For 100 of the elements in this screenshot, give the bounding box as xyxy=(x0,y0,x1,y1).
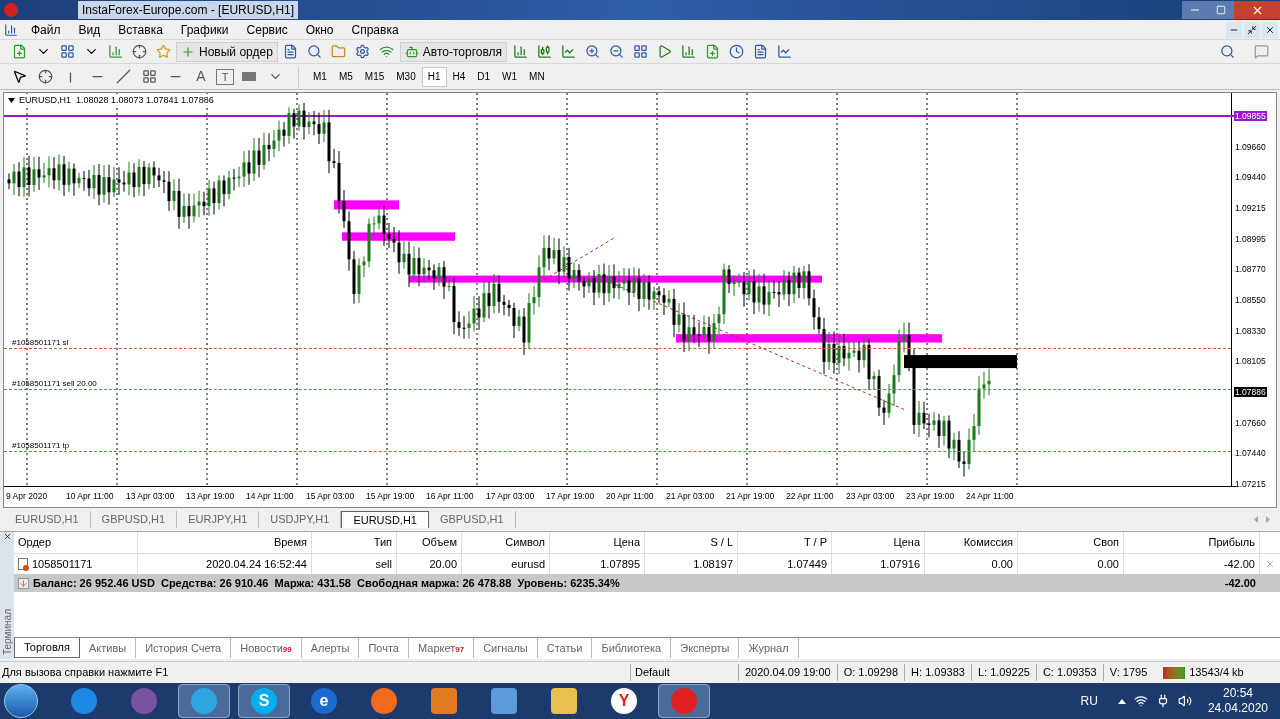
time-axis-label: 17 Apr 03:00 xyxy=(486,490,536,503)
time-axis-label: 14 Apr 11:00 xyxy=(246,490,295,503)
label-tool[interactable]: T xyxy=(216,68,234,85)
time-axis-label: 9 Apr 2020 xyxy=(6,490,49,503)
taskbar-app[interactable]: e xyxy=(298,684,350,718)
timeframe-button[interactable]: W1 xyxy=(496,66,524,87)
price-axis-label: 1.07886 xyxy=(1234,387,1267,397)
terminal-tab[interactable]: Сигналы xyxy=(474,638,538,658)
menu-item[interactable]: Файл xyxy=(22,20,70,39)
clock-time: 20:54 xyxy=(1222,686,1253,701)
timeframe-button[interactable]: M1 xyxy=(307,66,333,87)
column-header[interactable]: Ордер xyxy=(14,532,138,553)
column-header[interactable]: Объем xyxy=(397,532,462,553)
timeframe-button[interactable]: H1 xyxy=(421,66,447,87)
auto-trading-button[interactable]: Авто-торговля xyxy=(399,41,508,62)
time-axis-label: 15 Apr 03:00 xyxy=(306,490,356,503)
time-axis-label: 13 Apr 19:00 xyxy=(186,490,236,503)
profile-status: Default xyxy=(630,664,738,681)
column-header[interactable]: S / L xyxy=(645,532,738,553)
time-axis-label: 15 Apr 19:00 xyxy=(366,490,416,503)
chart-tab[interactable]: EURJPY,H1 xyxy=(177,511,260,528)
taskbar-app[interactable]: Y xyxy=(598,684,650,718)
terminal-tab[interactable]: Торговля xyxy=(14,638,80,658)
app-icon: S xyxy=(251,688,277,714)
time-axis-label: 10 Apr 11:00 xyxy=(66,490,115,503)
column-header[interactable]: Цена xyxy=(832,532,925,553)
chart-tab[interactable]: GBPUSD,H1 xyxy=(90,511,178,528)
time-axis-label: 16 Apr 11:00 xyxy=(426,490,475,503)
status-help-text: Для вызова справки нажмите F1 xyxy=(1,665,170,681)
column-header[interactable]: Символ xyxy=(462,532,550,553)
timeframe-button[interactable]: D1 xyxy=(471,66,497,87)
ohlc-field: O: 1.09298 xyxy=(836,664,905,681)
price-axis-label: 1.07215 xyxy=(1234,479,1267,489)
timeframe-button[interactable]: M30 xyxy=(390,66,422,87)
terminal-tab[interactable]: История Счета xyxy=(136,638,232,658)
language-indicator[interactable]: RU xyxy=(1080,692,1098,710)
timeframe-button[interactable]: H4 xyxy=(446,66,472,87)
price-axis-label: 1.08330 xyxy=(1234,325,1267,336)
column-header[interactable]: Своп xyxy=(1018,532,1124,553)
traffic-status: 13543/4 kb xyxy=(1189,665,1244,681)
timeframe-button[interactable]: M5 xyxy=(332,66,359,87)
total-profit: -42.00 xyxy=(1224,575,1256,591)
price-axis-label: 1.08770 xyxy=(1234,264,1267,275)
column-header[interactable]: Цена xyxy=(550,532,645,553)
column-header[interactable]: Тип xyxy=(312,532,397,553)
terminal-tab[interactable]: Эксперты xyxy=(671,638,740,658)
price-axis-label: 1.07660 xyxy=(1234,417,1267,428)
chart-tab[interactable]: EURUSD,H1 xyxy=(341,511,429,528)
order-line-label: #1058501171 sell 20.00 xyxy=(12,379,97,389)
menu-item[interactable]: Сервис xyxy=(237,20,297,39)
menu-item[interactable]: Графики xyxy=(171,20,238,39)
price-axis-label: 1.09440 xyxy=(1234,172,1267,183)
column-header[interactable]: Комиссия xyxy=(925,532,1018,553)
column-header[interactable]: Прибыль xyxy=(1124,532,1260,553)
new-order-button[interactable]: Новый ордер xyxy=(176,41,278,62)
ohlc-field: C: 1.09353 xyxy=(1035,664,1103,681)
terminal-tab[interactable]: Маркет$_{97}$ xyxy=(409,638,475,658)
time-axis-label: 21 Apr 19:00 xyxy=(726,490,776,503)
time-axis-label: 23 Apr 19:00 xyxy=(906,490,956,503)
price-axis-label: 1.08550 xyxy=(1234,295,1267,305)
timeframe-button[interactable]: MN xyxy=(523,66,551,87)
terminal-tab[interactable]: Статьи xyxy=(537,638,593,658)
time-axis-label: 22 Apr 11:00 xyxy=(786,490,835,503)
chart-tab[interactable]: GBPUSD,H1 xyxy=(428,511,516,528)
ohlc-field: V: 1795 xyxy=(1102,664,1154,681)
price-axis-label: 1.08995 xyxy=(1234,233,1267,244)
terminal-tab[interactable]: Новости$_{99}$ xyxy=(231,638,302,658)
clock-date: 24.04.2020 xyxy=(1207,701,1268,716)
price-axis-label: 1.09660 xyxy=(1234,141,1267,152)
menu-item[interactable]: Вид xyxy=(69,20,110,39)
price-axis-label: 1.08105 xyxy=(1234,356,1267,367)
ohlc-field: H: 1.09383 xyxy=(904,664,971,681)
time-axis-label: 21 Apr 03:00 xyxy=(666,490,716,503)
terminal-tab[interactable]: Почта xyxy=(359,638,409,658)
order-line-label: #1058501171 tp xyxy=(12,441,70,451)
time-axis-label: 24 Apr 11:00 xyxy=(966,490,1015,503)
menu-item[interactable]: Окно xyxy=(296,20,343,39)
column-header[interactable]: T / P xyxy=(738,532,832,553)
terminal-tab[interactable]: Алерты xyxy=(301,638,360,658)
ohlc-field: 2020.04.09 19:00 xyxy=(738,664,837,681)
column-header[interactable]: Время xyxy=(138,532,312,553)
ohlc-field: L: 1.09225 xyxy=(970,664,1036,681)
terminal-tab[interactable]: Журнал xyxy=(739,638,799,658)
price-axis-label: 1.09215 xyxy=(1234,203,1267,213)
chart-tab[interactable]: EURUSD,H1 xyxy=(4,511,91,528)
price-axis-label: 1.09855 xyxy=(1234,111,1267,121)
text-tool[interactable]: A xyxy=(190,66,212,87)
menu-item[interactable]: Справка xyxy=(342,20,408,39)
menu-item[interactable]: Вставка xyxy=(109,20,172,39)
terminal-tab[interactable]: Активы xyxy=(79,638,137,658)
chart-header: EURUSD,H1 1.08028 1.08073 1.07841 1.07886 xyxy=(19,94,214,107)
terminal-tab[interactable]: Библиотека xyxy=(592,638,672,658)
app-icon: Y xyxy=(611,688,637,714)
timeframe-button[interactable]: M15 xyxy=(358,66,391,87)
terminal-side-label: Терминал xyxy=(0,608,14,655)
window-title: InstaForex-Europe.com - [EURUSD,H1] xyxy=(78,1,299,19)
time-axis-label: 23 Apr 03:00 xyxy=(846,490,896,503)
price-axis-label: 1.07440 xyxy=(1234,448,1267,459)
time-axis-label: 17 Apr 19:00 xyxy=(546,490,596,503)
order-line-label: #1058501171 sl xyxy=(12,338,69,348)
